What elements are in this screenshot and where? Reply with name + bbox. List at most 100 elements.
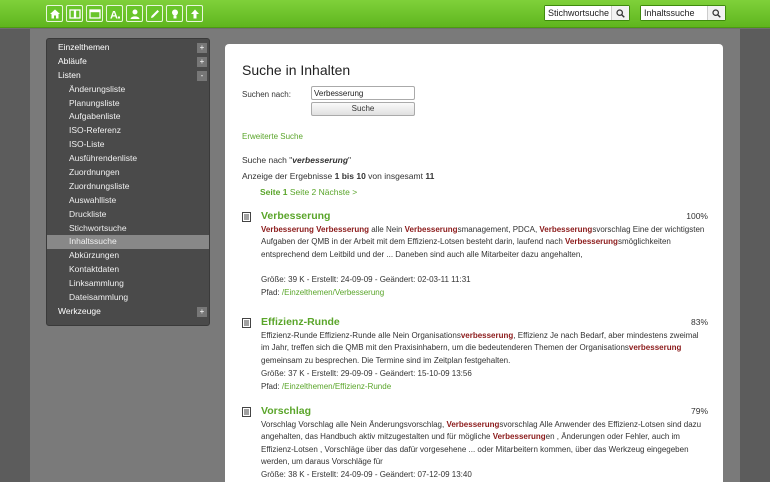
sidebar-item-label: Aufgabenliste	[69, 111, 121, 122]
sidebar-item[interactable]: Aufgabenliste	[47, 110, 209, 124]
font-icon[interactable]: A	[106, 5, 123, 22]
highlight-term: Verbesserung	[261, 225, 314, 234]
document-icon	[242, 318, 251, 328]
search-button[interactable]: Suche	[311, 102, 415, 116]
result-snippet: Verbesserung Verbesserung alle Nein Verb…	[261, 224, 708, 261]
user-icon[interactable]	[126, 5, 143, 22]
sidebar-item[interactable]: Zuordnungen	[47, 166, 209, 180]
expand-icon[interactable]: +	[197, 306, 207, 317]
snippet-text: smanagement, PDCA,	[457, 225, 540, 234]
left-rail	[0, 29, 30, 482]
result-score: 100%	[686, 211, 708, 221]
result-snippet: Vorschlag Vorschlag alle Nein Änderungsv…	[261, 419, 708, 468]
highlight-term: Verbesserung	[446, 420, 500, 429]
sidebar-item-label: Listen	[58, 69, 81, 80]
top-toolbar: A	[0, 0, 770, 28]
sidebar-item-label: Linksammlung	[69, 278, 124, 289]
search-for-line: Suche nach "verbesserung"	[242, 155, 352, 165]
result-meta: Größe: 38 K - Erstellt: 24-09-09 - Geänd…	[261, 470, 472, 479]
sidebar-item[interactable]: Auswahlliste	[47, 194, 209, 208]
book-icon[interactable]	[66, 5, 83, 22]
highlight-term: verbesserung	[628, 343, 682, 353]
search-term: verbesserung	[292, 155, 349, 165]
window-icon[interactable]	[86, 5, 103, 22]
search-icon[interactable]	[707, 6, 725, 20]
home-icon[interactable]	[46, 5, 63, 22]
sidebar-item-label: Inhaltssuche	[69, 236, 117, 247]
svg-text:A: A	[110, 9, 118, 20]
sidebar-item-label: Druckliste	[69, 208, 107, 219]
right-rail	[740, 29, 770, 482]
sidebar-item-label: Kontaktdaten	[69, 264, 120, 275]
page-title: Suche in Inhalten	[242, 62, 351, 78]
lightbulb-icon[interactable]	[166, 5, 183, 22]
snippet-text: Effizienz-Runde Effizienz-Runde alle Nei…	[261, 331, 461, 340]
sidebar-item[interactable]: Einzelthemen +	[47, 41, 209, 55]
sidebar-item-label: Stichwortsuche	[69, 222, 127, 233]
query-input[interactable]	[311, 86, 415, 100]
result-path: Pfad: /Einzelthemen/Effizienz-Runde	[261, 382, 391, 391]
sidebar-item[interactable]: ISO-Referenz	[47, 124, 209, 138]
highlight-term: Verbesserung	[539, 225, 593, 234]
collapse-icon[interactable]: -	[197, 70, 207, 81]
snippet-text: alle Nein	[369, 225, 405, 234]
sidebar-item-label: Werkzeuge	[58, 305, 101, 316]
result-title[interactable]: Vorschlag	[261, 405, 311, 417]
result-title[interactable]: Effizienz-Runde	[261, 316, 340, 328]
advanced-search-link[interactable]: Erweiterte Suche	[242, 132, 303, 141]
result-title[interactable]: Verbesserung	[261, 210, 330, 222]
sidebar-item[interactable]: Abläufe +	[47, 55, 209, 69]
sidebar-item-label: Zuordnungsliste	[69, 180, 130, 191]
sidebar-item-label: Abkürzungen	[69, 250, 120, 261]
content-search-input[interactable]	[641, 6, 707, 20]
sidebar-item[interactable]: Zuordnungsliste	[47, 180, 209, 194]
sidebar-item-label: Ausführendenliste	[69, 153, 138, 164]
sidebar-item[interactable]: Inhaltssuche	[47, 235, 209, 250]
content-search-box	[640, 5, 726, 21]
pencil-icon[interactable]	[146, 5, 163, 22]
highlight-term: Verbesserung	[404, 225, 458, 234]
highlight-term: Verbesserung	[316, 225, 370, 234]
sidebar-item[interactable]: ISO-Liste	[47, 138, 209, 152]
result-score: 83%	[690, 317, 708, 327]
sidebar-item-label: Planungsliste	[69, 97, 120, 108]
sidebar-item[interactable]: Kontaktdaten	[47, 263, 209, 277]
path-link[interactable]: /Einzelthemen/Verbesserung	[282, 288, 384, 297]
keyword-search-box	[544, 5, 630, 21]
sidebar-item[interactable]: Ausführendenliste	[47, 152, 209, 166]
sidebar-item-label: Änderungsliste	[69, 83, 126, 94]
search-label: Suchen nach:	[242, 90, 291, 99]
expand-icon[interactable]: +	[197, 43, 207, 53]
sidebar-item[interactable]: Planungsliste	[47, 97, 209, 111]
sidebar-item[interactable]: Änderungsliste	[47, 83, 209, 97]
sidebar-item[interactable]: Dateisammlung	[47, 291, 209, 305]
search-icon[interactable]	[611, 6, 629, 20]
document-icon	[242, 212, 251, 222]
result-snippet: Effizienz-Runde Effizienz-Runde alle Nei…	[261, 330, 708, 367]
sidebar-item[interactable]: Druckliste	[47, 208, 209, 222]
result-meta: Größe: 37 K - Erstellt: 29-09-09 - Geänd…	[261, 369, 472, 378]
sidebar-item[interactable]: Listen -	[47, 69, 209, 83]
sidebar-item-label: ISO-Liste	[69, 139, 105, 150]
path-label: Pfad:	[261, 382, 282, 391]
upload-icon[interactable]	[186, 5, 203, 22]
pager-page-2[interactable]: Seite 2	[290, 187, 316, 197]
sidebar-item[interactable]: Linksammlung	[47, 277, 209, 291]
result-count: Anzeige der Ergebnisse 1 bis 10 von insg…	[242, 171, 435, 181]
expand-icon[interactable]: +	[197, 56, 207, 67]
result-path: Pfad: /Einzelthemen/Verbesserung	[261, 288, 384, 297]
path-link[interactable]: /Einzelthemen/Effizienz-Runde	[282, 382, 391, 391]
keyword-search-input[interactable]	[545, 6, 611, 20]
main-content: Suche in Inhalten Suchen nach: Suche Erw…	[225, 44, 723, 482]
document-icon	[242, 407, 251, 417]
sidebar-item[interactable]: Werkzeuge +	[47, 305, 209, 319]
sidebar-item[interactable]: Abkürzungen	[47, 249, 209, 263]
sidebar-item-label: Einzelthemen	[58, 42, 110, 52]
highlight-term: Verbesserung	[492, 432, 546, 442]
sidebar-item-label: ISO-Referenz	[69, 125, 121, 136]
sidebar-item[interactable]: Stichwortsuche	[47, 222, 209, 236]
pager-label: Seite	[260, 187, 281, 197]
pager-next[interactable]: Nächste >	[319, 187, 358, 197]
highlight-term: verbesserung	[460, 331, 514, 340]
result-score: 79%	[690, 406, 708, 416]
